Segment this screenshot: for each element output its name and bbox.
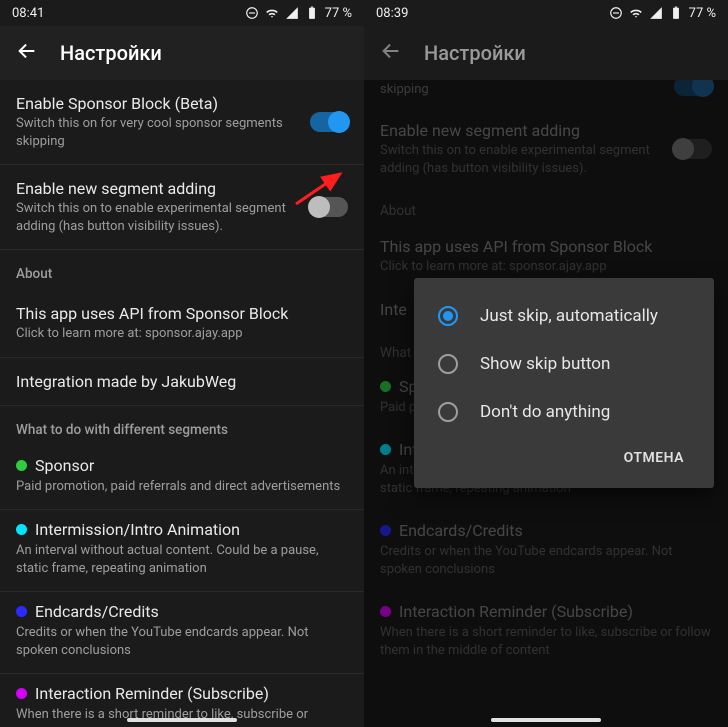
segments-header: What to do with different segments (0, 406, 364, 446)
page-title: Настройки (424, 41, 526, 65)
wifi-icon (265, 6, 279, 20)
radio-icon (438, 402, 458, 422)
settings-list[interactable]: Enable Sponsor Block (Beta) Switch this … (0, 80, 364, 727)
sponsor-block-toggle[interactable] (310, 112, 348, 132)
status-time: 08:39 (376, 6, 408, 21)
status-bar: 08:39 77 % (364, 0, 728, 26)
battery-percent: 77 % (325, 6, 352, 21)
api-row[interactable]: This app uses API from Sponsor Block Cli… (0, 290, 364, 358)
radio-icon (438, 354, 458, 374)
battery-percent: 77 % (689, 6, 716, 21)
segment-endcards-row[interactable]: Endcards/Credits Credits or when the You… (0, 592, 364, 674)
segment-desc: Credits or when the YouTube endcards app… (16, 624, 348, 659)
segment-label: Endcards/Credits (35, 602, 159, 621)
status-right: 77 % (245, 6, 352, 21)
segment-desc: Paid promotion, paid referrals and direc… (16, 478, 348, 496)
option-dont-do-anything[interactable]: Don't do anything (422, 388, 706, 436)
row-title: This app uses API from Sponsor Block (16, 304, 348, 323)
dnd-icon (245, 6, 259, 20)
status-time: 08:41 (12, 6, 44, 21)
segment-label: Interaction Reminder (Subscribe) (35, 684, 269, 703)
option-show-skip-button[interactable]: Show skip button (422, 340, 706, 388)
row-desc: Switch this on to enable experimental se… (16, 200, 300, 235)
page-title: Настройки (60, 41, 162, 65)
segment-action-dialog: Just skip, automatically Show skip butto… (414, 278, 714, 488)
app-bar: Настройки (364, 26, 728, 80)
segment-adding-toggle[interactable] (310, 197, 348, 217)
enable-segment-adding-row[interactable]: Enable new segment adding Switch this on… (0, 165, 364, 250)
status-bar: 08:41 77 % (0, 0, 364, 26)
back-button[interactable] (16, 40, 38, 66)
cancel-button[interactable]: ОТМЕНА (614, 442, 694, 474)
nav-pill[interactable] (127, 718, 237, 722)
segment-label: Sponsor (35, 456, 94, 475)
phone-left: 08:41 77 % Настройки Enable Sponsor Bloc… (0, 0, 364, 727)
option-label: Just skip, automatically (480, 306, 658, 326)
back-button[interactable] (380, 40, 402, 66)
wifi-icon (629, 6, 643, 20)
signal-icon (649, 6, 663, 20)
option-label: Show skip button (480, 354, 610, 374)
integration-row[interactable]: Integration made by JakubWeg (0, 358, 364, 406)
row-desc: Switch this on for very cool sponsor seg… (16, 115, 300, 150)
dnd-icon (609, 6, 623, 20)
signal-icon (285, 6, 299, 20)
about-header: About (0, 250, 364, 290)
radio-icon (438, 306, 458, 326)
app-bar: Настройки (0, 26, 364, 80)
segment-intermission-row[interactable]: Intermission/Intro Animation An interval… (0, 510, 364, 592)
row-title: Integration made by JakubWeg (16, 372, 348, 391)
row-desc: Click to learn more at: sponsor.ajay.app (16, 325, 348, 343)
option-just-skip[interactable]: Just skip, automatically (422, 292, 706, 340)
battery-icon (669, 6, 683, 20)
color-dot-icon (16, 606, 27, 617)
segment-label: Intermission/Intro Animation (35, 520, 240, 539)
arrow-back-icon (380, 40, 402, 62)
color-dot-icon (16, 460, 27, 471)
segment-desc: An interval without actual content. Coul… (16, 542, 348, 577)
status-right: 77 % (609, 6, 716, 21)
row-title: Enable Sponsor Block (Beta) (16, 94, 300, 113)
settings-list-dimmed: skipping Enable new segment adding Switc… (364, 80, 728, 727)
color-dot-icon (16, 688, 27, 699)
color-dot-icon (16, 524, 27, 535)
nav-pill[interactable] (491, 718, 601, 722)
phone-right: 08:39 77 % Настройки skipping Enable new… (364, 0, 728, 727)
option-label: Don't do anything (480, 402, 610, 422)
row-title: Enable new segment adding (16, 179, 300, 198)
battery-icon (305, 6, 319, 20)
segment-sponsor-row[interactable]: Sponsor Paid promotion, paid referrals a… (0, 446, 364, 511)
enable-sponsor-block-row[interactable]: Enable Sponsor Block (Beta) Switch this … (0, 80, 364, 165)
arrow-back-icon (16, 40, 38, 62)
